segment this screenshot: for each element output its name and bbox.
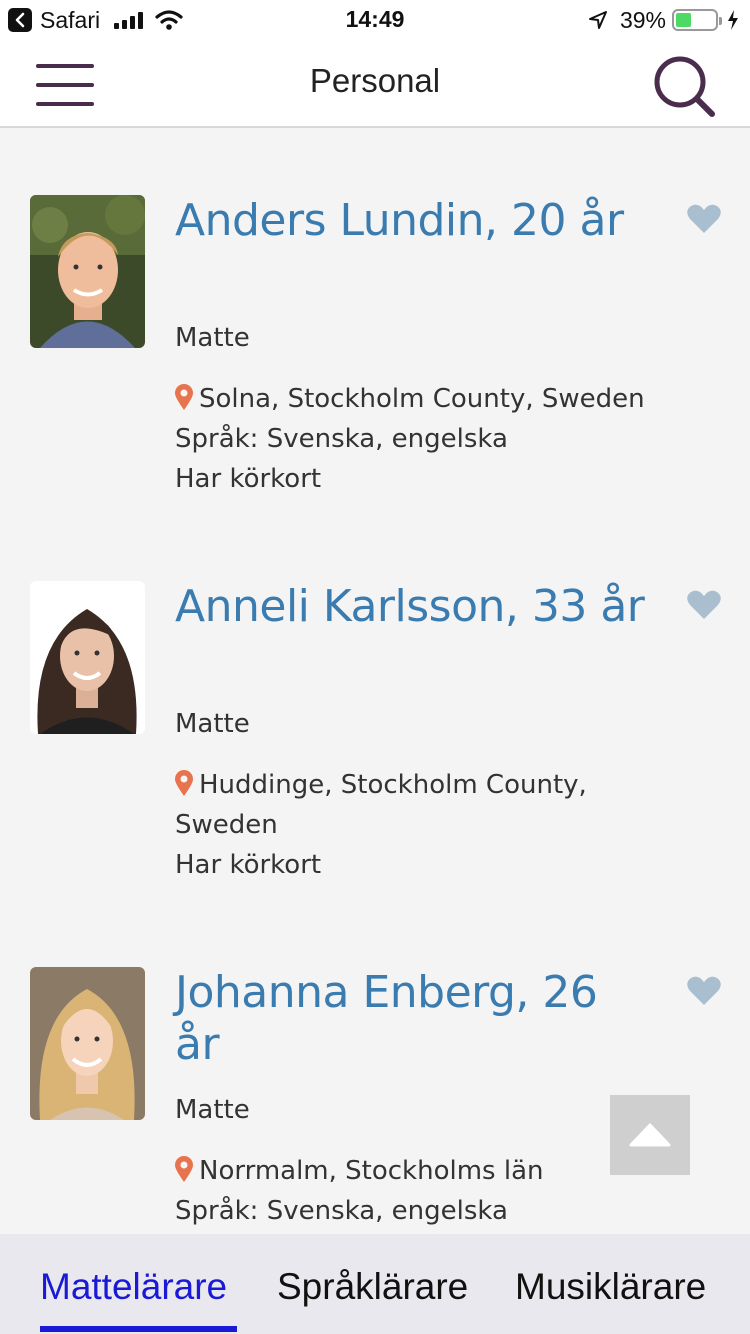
location-text: Huddinge, Stockholm County, Sweden — [175, 770, 587, 840]
battery-fill — [676, 13, 691, 27]
charging-bolt-icon — [728, 10, 738, 30]
person-details: Huddinge, Stockholm County, Sweden Har k… — [175, 765, 615, 885]
category-tab-bar: Mattelärare Språklärare Musiklärare — [0, 1234, 750, 1334]
person-location: Solna, Stockholm County, Sweden — [175, 379, 695, 419]
tab-mattelarare[interactable]: Mattelärare — [40, 1266, 227, 1308]
person-subject: Matte — [175, 323, 250, 353]
tab-musiklarare[interactable]: Musiklärare — [515, 1266, 706, 1308]
avatar — [30, 967, 145, 1120]
location-pin-icon — [175, 384, 193, 410]
person-name[interactable]: Anders Lundin, 20 år — [175, 195, 645, 247]
page-title: Personal — [309, 62, 441, 99]
person-name[interactable]: Anneli Karlsson, 33 år — [175, 581, 645, 633]
location-text: Solna, Stockholm County, Sweden — [199, 384, 645, 414]
active-tab-indicator — [40, 1326, 237, 1332]
app-header: Personal — [0, 40, 750, 128]
heart-icon[interactable] — [686, 203, 722, 235]
arrow-up-icon — [629, 1123, 671, 1147]
person-languages: Språk: Svenska, engelska — [175, 1196, 508, 1226]
scroll-to-top-button[interactable] — [610, 1095, 690, 1175]
location-text: Norrmalm, Stockholms län — [199, 1156, 544, 1186]
location-pin-icon — [175, 770, 193, 796]
search-icon[interactable] — [652, 54, 716, 118]
status-right: 39% — [588, 6, 740, 34]
person-subject: Matte — [175, 1095, 250, 1125]
location-arrow-icon — [588, 11, 607, 29]
person-location: Huddinge, Stockholm County, Sweden — [175, 765, 615, 845]
person-license: Har körkort — [175, 850, 322, 880]
heart-icon[interactable] — [686, 589, 722, 621]
battery-icon — [672, 9, 722, 31]
person-subject: Matte — [175, 709, 250, 739]
battery-percent: 39% — [619, 6, 666, 33]
person-languages: Språk: Svenska, engelska — [175, 424, 508, 454]
avatar — [30, 195, 145, 348]
person-license: Har körkort — [175, 464, 322, 494]
person-details: Solna, Stockholm County, Sweden Språk: S… — [175, 379, 695, 499]
person-name[interactable]: Johanna Enberg, 26 år — [175, 967, 645, 1071]
status-bar: Safari 14:49 39% — [0, 0, 750, 40]
heart-icon[interactable] — [686, 975, 722, 1007]
avatar — [30, 581, 145, 734]
location-pin-icon — [175, 1156, 193, 1182]
tab-spraklarare[interactable]: Språklärare — [277, 1266, 468, 1308]
